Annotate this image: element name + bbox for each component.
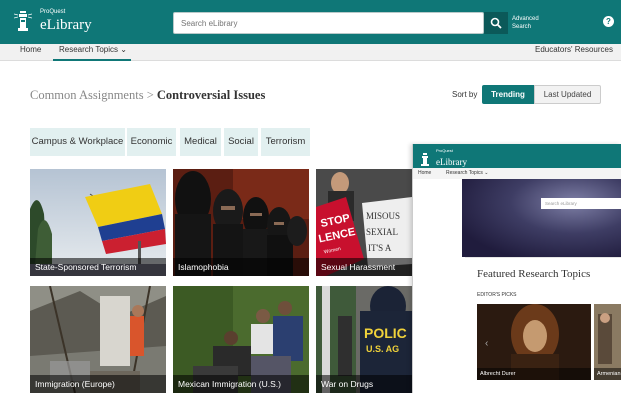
card-label: Armenian bbox=[594, 368, 621, 380]
chevron-down-icon: ⌄ bbox=[484, 170, 489, 176]
help-icon[interactable]: ? bbox=[603, 16, 614, 27]
featured-card-albrecht-durer[interactable]: ‹ Albrecht Durer bbox=[477, 304, 591, 380]
overlay-search-input[interactable]: Search eLibrary bbox=[541, 198, 621, 209]
overlay-nav-research-topics[interactable]: Research Topics ⌄ bbox=[446, 170, 488, 176]
filter-economic[interactable]: Economic bbox=[127, 128, 176, 156]
sort-label: Sort by bbox=[452, 90, 478, 99]
tile-label: Sexual Harassment bbox=[316, 258, 412, 276]
topic-tile-sexual-harassment[interactable]: STOP LENCE Women MISOUS SEXIAL IT'S A Se… bbox=[316, 169, 412, 276]
logo-proquest: ProQuest bbox=[40, 9, 66, 15]
overlay-nav-home[interactable]: Home bbox=[418, 170, 431, 176]
tile-label: Mexican Immigration (U.S.) bbox=[173, 375, 309, 393]
overlay-header: ProQuest eLibrary bbox=[413, 144, 621, 168]
filter-terrorism[interactable]: Terrorism bbox=[261, 128, 310, 156]
sign-text-3: IT'S A bbox=[368, 243, 392, 253]
topic-tile-islamophobia[interactable]: Islamophobia bbox=[173, 169, 309, 276]
search-box[interactable] bbox=[173, 12, 484, 34]
featured-card-armenian[interactable]: Armenian bbox=[594, 304, 621, 380]
tile-label: War on Drugs bbox=[316, 375, 412, 393]
overlay-logo-proquest: ProQuest bbox=[436, 148, 453, 153]
search-button[interactable] bbox=[484, 12, 508, 34]
card-label: Albrecht Durer bbox=[477, 368, 591, 380]
tile-label: Immigration (Europe) bbox=[30, 375, 166, 393]
sign-text-1: MISOUS bbox=[366, 211, 400, 221]
search-icon bbox=[490, 17, 502, 29]
overlay-preview-panel: ProQuest eLibrary Home Research Topics ⌄… bbox=[412, 144, 621, 393]
filter-campus-workplace[interactable]: Campus & Workplace bbox=[30, 128, 125, 156]
topic-tile-immigration-europe[interactable]: Immigration (Europe) bbox=[30, 286, 166, 393]
tile-label: Islamophobia bbox=[173, 258, 309, 276]
page-title: Controversial Issues bbox=[156, 88, 266, 102]
sort-last-updated-button[interactable]: Last Updated bbox=[534, 85, 601, 104]
topic-tile-mexican-immigration[interactable]: Mexican Immigration (U.S.) bbox=[173, 286, 309, 393]
divider bbox=[465, 257, 621, 258]
sign-text-2: SEXIAL bbox=[366, 227, 398, 237]
featured-research-topics-title: Featured Research Topics bbox=[477, 268, 591, 280]
carousel-prev-icon[interactable]: ‹ bbox=[485, 338, 488, 349]
overlay-logo[interactable]: ProQuest eLibrary bbox=[420, 149, 467, 169]
breadcrumb-parent[interactable]: Common Assignments bbox=[30, 88, 144, 102]
breadcrumb-separator: > bbox=[146, 88, 154, 102]
search-input[interactable] bbox=[174, 13, 483, 34]
overlay-logo-elibrary: eLibrary bbox=[436, 157, 467, 167]
logo-elibrary: eLibrary bbox=[40, 17, 92, 33]
overlay-nav: Home Research Topics ⌄ bbox=[413, 168, 621, 179]
filter-medical[interactable]: Medical bbox=[180, 128, 221, 156]
editors-picks-label: EDITOR'S PICKS bbox=[477, 292, 517, 298]
police-text-2: U.S. AG bbox=[366, 344, 399, 354]
lighthouse-icon bbox=[13, 8, 33, 34]
nav-research-topics[interactable]: Research Topics ⌄ bbox=[59, 45, 127, 54]
nav-home[interactable]: Home bbox=[20, 45, 41, 54]
overlay-hero-banner: Search eLibrary bbox=[462, 179, 621, 257]
breadcrumb: Common Assignments > Controversial Issue… bbox=[30, 88, 265, 103]
main-nav: Home Research Topics ⌄ Educators' Resour… bbox=[0, 44, 621, 61]
sort-trending-button[interactable]: Trending bbox=[482, 85, 534, 104]
nav-educators-resources[interactable]: Educators' Resources bbox=[535, 45, 613, 54]
filter-social[interactable]: Social bbox=[224, 128, 258, 156]
chevron-down-icon: ⌄ bbox=[120, 45, 127, 54]
active-tab-indicator bbox=[53, 59, 131, 61]
top-header: ProQuest eLibrary Advanced Search ? bbox=[0, 0, 621, 44]
tile-label: State-Sponsored Terrorism bbox=[30, 258, 166, 276]
topic-tile-state-sponsored-terrorism[interactable]: State-Sponsored Terrorism bbox=[30, 169, 166, 276]
lighthouse-icon bbox=[421, 153, 429, 166]
police-text-1: POLIC bbox=[364, 325, 407, 341]
advanced-search-link[interactable]: Advanced Search bbox=[512, 15, 539, 31]
topic-tile-war-on-drugs[interactable]: POLIC U.S. AG War on Drugs bbox=[316, 286, 412, 393]
elibrary-logo[interactable]: ProQuest eLibrary bbox=[13, 8, 92, 34]
